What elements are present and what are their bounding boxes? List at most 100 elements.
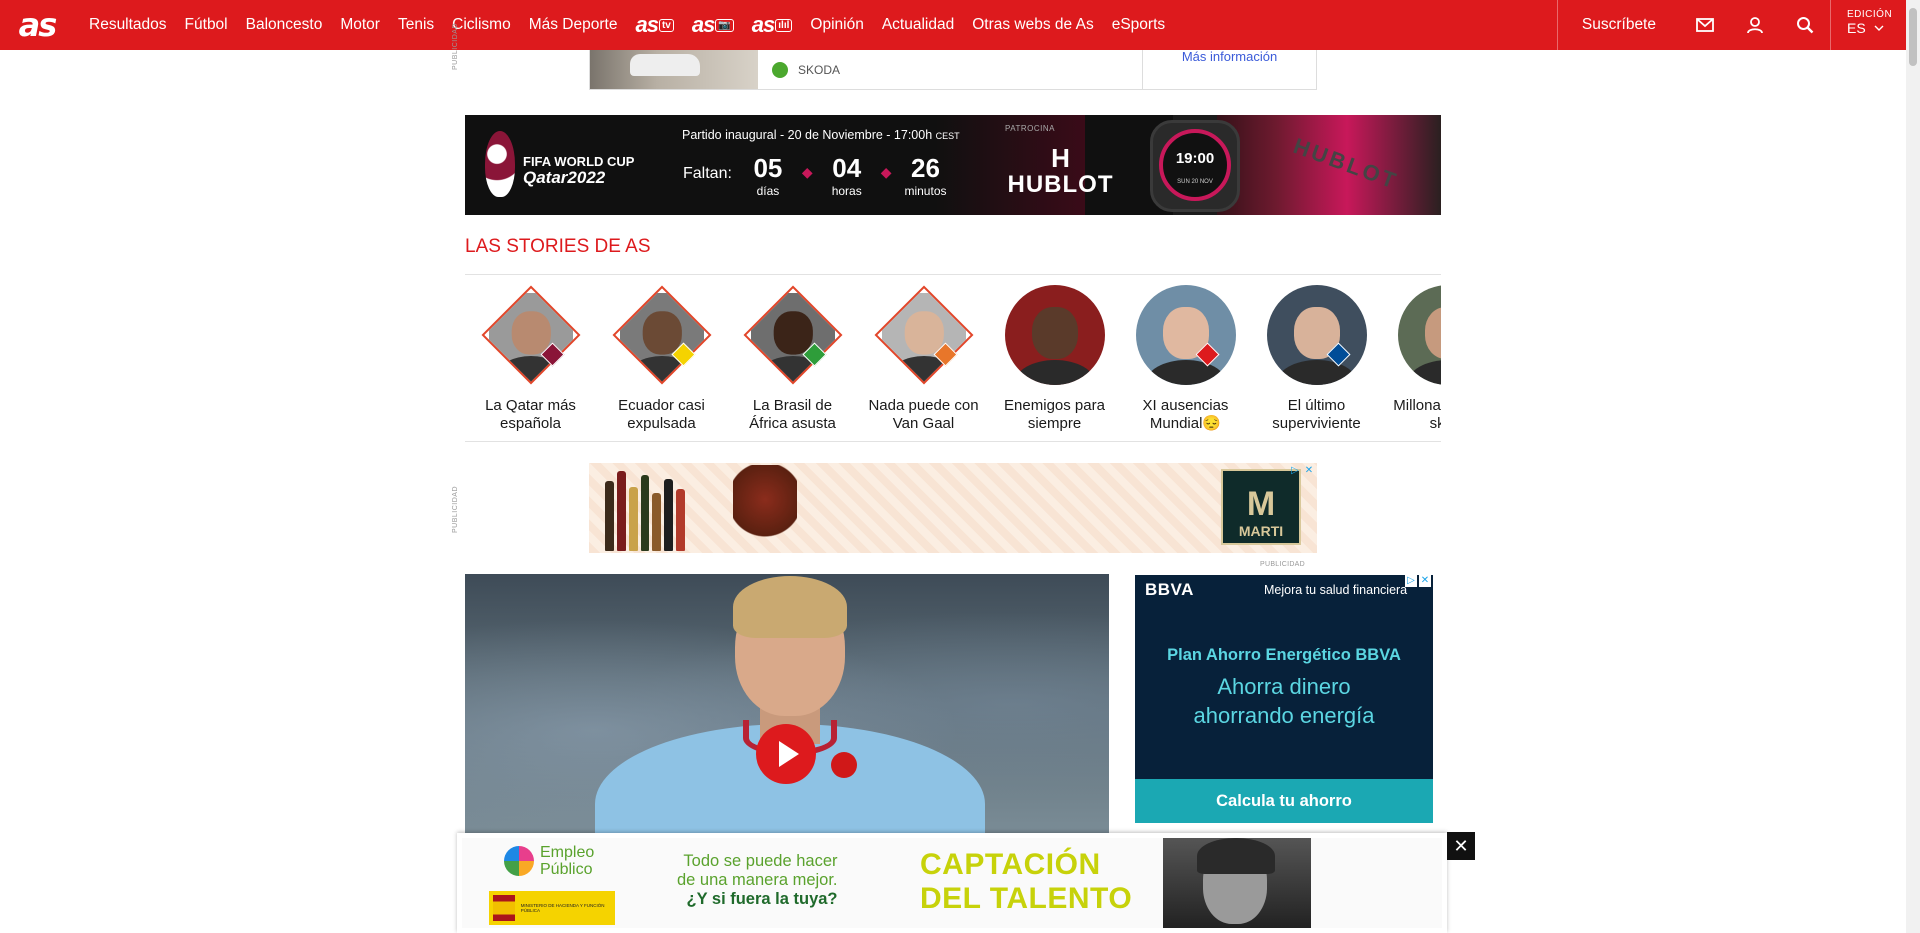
nav-futbol[interactable]: Fútbol [176, 16, 237, 34]
top-navigation: as Resultados Fútbol Baloncesto Motor Te… [0, 0, 1906, 50]
nav-esports[interactable]: eSports [1103, 16, 1174, 34]
camera-icon: 📷 [715, 18, 734, 32]
story-item[interactable]: La Qatar más española [465, 285, 596, 437]
close-ad-button[interactable]: ✕ [1447, 832, 1475, 860]
empleo-logo-line1: Empleo [540, 844, 595, 861]
nav-mas-deporte[interactable]: Más Deporte [520, 16, 627, 34]
story-label: Enemigos para siempre [1004, 397, 1105, 432]
ministry-name: MINISTERIO DE HACIENDA Y FUNCIÓN PÚBLICA [520, 903, 605, 913]
story-item[interactable]: XI ausencias Mundial😔 [1120, 285, 1251, 437]
stories-carousel[interactable]: La Qatar más española Ecuador casi expuls… [465, 285, 1441, 437]
story-label: La Qatar más española [485, 397, 576, 432]
skoda-logo-icon [772, 61, 788, 78]
story-item[interactable]: Enemigos para siempre [989, 285, 1120, 437]
ad-headline-line2: DEL TALENTO [920, 882, 1133, 915]
poppy-badge-icon [831, 752, 857, 778]
separator-dot-icon: ◆ [801, 164, 813, 180]
tv-badge: tv [658, 18, 674, 32]
countdown-hours: 04 horas [821, 155, 873, 198]
story-thumbnail [1004, 285, 1105, 385]
sponsor-label: PATROCINA [1005, 124, 1055, 133]
gift-basket-image [733, 465, 797, 551]
strap-brand: HUBLOT [1290, 133, 1403, 195]
nav-actualidad[interactable]: Actualidad [873, 16, 963, 34]
stories-section-title[interactable]: LAS STORIES DE AS [465, 236, 651, 258]
scrollbar-thumb[interactable] [1909, 8, 1917, 66]
story-item[interactable]: Millonarios en el skate [1382, 285, 1441, 437]
skoda-ad[interactable]: SKODA Más información [589, 50, 1317, 90]
ad-headline-line1: CAPTACIÓN [920, 848, 1101, 881]
hours-value: 04 [832, 153, 862, 183]
mail-icon[interactable] [1680, 0, 1730, 50]
bbva-headline-line2: ahorrando energía [1193, 703, 1375, 728]
world-cup-title-line2: Qatar2022 [523, 167, 606, 187]
story-item[interactable]: El último superviviente [1251, 285, 1382, 437]
play-icon [778, 741, 799, 767]
nav-right-tools: Suscríbete EDICIÓN ES [1556, 0, 1906, 50]
audio-wave-icon: ılıl [775, 18, 793, 32]
scrollbar[interactable] [1906, 0, 1920, 933]
adchoices-icon[interactable]: ▷ [1405, 575, 1417, 587]
nav-baloncesto[interactable]: Baloncesto [237, 16, 332, 34]
bbva-headline: Ahorra dinero ahorrando energía [1135, 672, 1433, 730]
world-cup-title: FIFA WORLD CUP Qatar2022 [523, 155, 634, 186]
world-cup-title-line1: FIFA WORLD CUP [523, 154, 635, 169]
days-label: días [756, 184, 780, 198]
bbva-cta-button[interactable]: Calcula tu ahorro [1135, 779, 1433, 823]
bbva-headline-line1: Ahorra dinero [1217, 674, 1351, 699]
video-player[interactable] [465, 574, 1109, 834]
play-button[interactable] [756, 724, 816, 784]
nav-tenis[interactable]: Tenis [389, 16, 443, 34]
empleo-publico-logo: Empleo Público [504, 844, 594, 878]
countdown: Faltan: 05 días ◆ 04 horas ◆ 26 minutos [683, 155, 951, 198]
nav-as-photo[interactable]: as 📷 [683, 12, 743, 38]
spain-coat-of-arms-icon [493, 895, 515, 921]
nav-motor[interactable]: Motor [331, 16, 389, 34]
nav-otras-webs[interactable]: Otras webs de As [963, 16, 1102, 34]
hublot-logo: H HUBLOT [1003, 145, 1118, 199]
bbva-tagline: Mejora tu salud financiera [1264, 583, 1408, 597]
as-logo[interactable]: as [12, 0, 62, 50]
story-item[interactable]: Ecuador casi expulsada [596, 285, 727, 437]
story-thumbnail [743, 285, 843, 385]
story-item[interactable]: La Brasil de África asusta [727, 285, 858, 437]
watch-image: 19:00 SUN 20 NOV [1145, 115, 1245, 215]
story-thumbnail [1266, 285, 1367, 385]
ad-label: PUBLICIDAD [452, 22, 459, 70]
nav-as-tv[interactable]: as tv [626, 12, 682, 38]
match-timezone: CEST [935, 131, 960, 141]
marti-ad[interactable]: M MARTI ▷ ✕ [589, 463, 1317, 553]
more-info-link[interactable]: Más información [1142, 50, 1316, 89]
user-icon[interactable] [1730, 0, 1780, 50]
close-icon[interactable]: ✕ [1303, 465, 1315, 477]
hours-label: horas [831, 184, 862, 198]
story-item[interactable]: Nada puede con Van Gaal [858, 285, 989, 437]
divider [465, 441, 1441, 442]
nav-resultados[interactable]: Resultados [80, 16, 176, 34]
as-tv-logo: as [635, 12, 659, 37]
car-image [590, 50, 758, 89]
ad-headline: CAPTACIÓN DEL TALENTO [920, 848, 1132, 916]
divider [465, 274, 1441, 275]
story-thumbnail [874, 285, 974, 385]
ad-copy-line3: ¿Y si fuera la tuya? [686, 890, 838, 908]
subscribe-button[interactable]: Suscríbete [1556, 0, 1680, 50]
nav-opinion[interactable]: Opinión [801, 16, 872, 34]
sticky-bottom-ad[interactable]: Empleo Público MINISTERIO DE HACIENDA Y F… [457, 833, 1447, 933]
edition-selector[interactable]: EDICIÓN ES [1830, 0, 1906, 50]
skoda-brand-name: SKODA [798, 62, 841, 77]
story-label: La Brasil de África asusta [749, 397, 836, 432]
bbva-ad[interactable]: BBVA Mejora tu salud financiera ▷ ✕ Plan… [1135, 575, 1433, 823]
days-value: 05 [753, 153, 783, 183]
ad-copy-line1: Todo se puede hacer [683, 852, 838, 870]
countdown-minutes: 26 minutos [899, 155, 951, 198]
adchoices-icon[interactable]: ▷ [1289, 465, 1301, 477]
separator-dot-icon: ◆ [880, 164, 892, 180]
story-label: Ecuador casi expulsada [618, 397, 705, 432]
close-icon[interactable]: ✕ [1419, 575, 1431, 587]
wine-bottles-image [605, 465, 686, 551]
search-icon[interactable] [1780, 0, 1830, 50]
nav-as-audio[interactable]: as ılıl [743, 12, 802, 38]
government-logo: MINISTERIO DE HACIENDA Y FUNCIÓN PÚBLICA [489, 891, 615, 925]
world-cup-countdown-banner[interactable]: HUBLOT FIFA WORLD CUP Qatar2022 Partido … [465, 115, 1441, 215]
